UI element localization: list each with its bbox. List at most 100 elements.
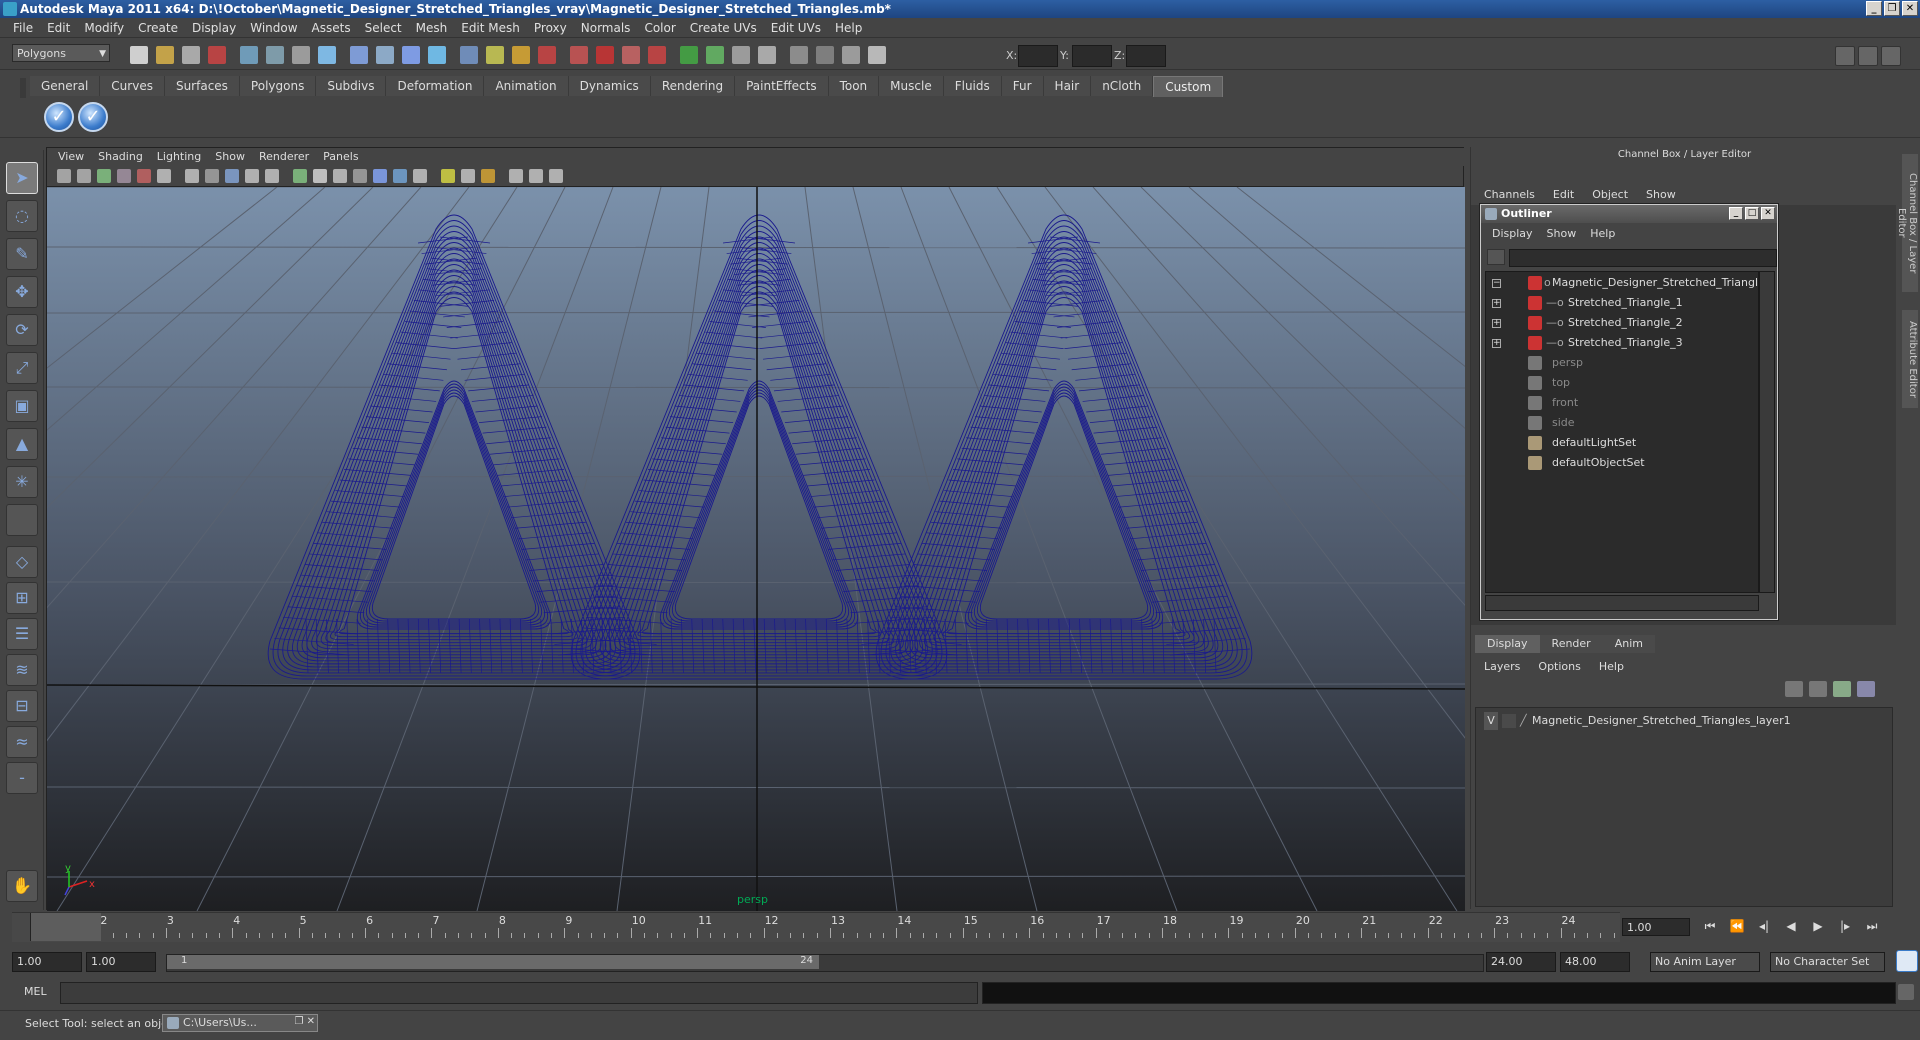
go-to-end-icon[interactable]: ⏭ bbox=[1862, 916, 1882, 936]
outliner-horizontal-scrollbar[interactable] bbox=[1485, 595, 1759, 611]
status-line-tool-icon-10[interactable] bbox=[376, 46, 394, 64]
viewport-toolbar-icon-21[interactable] bbox=[481, 169, 495, 183]
viewport-menu-panels[interactable]: Panels bbox=[316, 148, 365, 166]
current-time-marker[interactable] bbox=[30, 913, 101, 941]
menu-help[interactable]: Help bbox=[828, 18, 869, 38]
hypershade-layout-icon[interactable]: ⊟ bbox=[6, 690, 38, 722]
shelf-tab-ncloth[interactable]: nCloth bbox=[1091, 76, 1154, 96]
expand-toggle-icon[interactable]: + bbox=[1492, 319, 1501, 328]
outliner-menu-show[interactable]: Show bbox=[1540, 227, 1584, 240]
command-language-label[interactable]: MEL bbox=[24, 985, 47, 998]
graph-editor-layout-icon[interactable]: ≈ bbox=[6, 726, 38, 758]
status-line-tool-icon-18[interactable] bbox=[596, 46, 614, 64]
viewport-toolbar-icon-7[interactable] bbox=[185, 169, 199, 183]
status-line-tool-icon-5[interactable] bbox=[240, 46, 258, 64]
outliner-title-bar[interactable]: Outliner _ □ ✕ bbox=[1481, 205, 1777, 223]
shelf-tab-rendering[interactable]: Rendering bbox=[650, 76, 736, 96]
status-line-tool-icon-7[interactable] bbox=[292, 46, 310, 64]
four-view-layout-icon[interactable]: ⊞ bbox=[6, 582, 38, 614]
channel-menu-show[interactable]: Show bbox=[1637, 187, 1685, 203]
menu-select[interactable]: Select bbox=[358, 18, 409, 38]
z-coordinate-field[interactable] bbox=[1126, 45, 1166, 67]
menu-edit-uvs[interactable]: Edit UVs bbox=[764, 18, 828, 38]
outliner-item-defaultlightset[interactable]: defaultLightSet bbox=[1486, 434, 1758, 452]
sculpt-tool-icon[interactable]: ✋ bbox=[6, 870, 38, 902]
perspective-viewport[interactable]: View Shading Lighting Show Renderer Panels x … bbox=[46, 147, 1467, 911]
command-input[interactable] bbox=[60, 982, 978, 1004]
last-tool-used-icon[interactable] bbox=[6, 504, 38, 536]
new-empty-layer-icon[interactable] bbox=[1785, 681, 1803, 697]
x-coordinate-field[interactable] bbox=[1018, 45, 1058, 67]
status-line-tool-icon-25[interactable] bbox=[790, 46, 808, 64]
single-perspective-layout-icon[interactable]: ◇ bbox=[6, 546, 38, 578]
channel-menu-object[interactable]: Object bbox=[1583, 187, 1637, 203]
viewport-menu-view[interactable]: View bbox=[51, 148, 91, 166]
shelf-tab-subdivs[interactable]: Subdivs bbox=[316, 76, 387, 96]
status-line-tool-icon-16[interactable] bbox=[538, 46, 556, 64]
shelf-tab-muscle[interactable]: Muscle bbox=[879, 76, 944, 96]
range-slider-handle[interactable]: 1 24 bbox=[167, 955, 819, 969]
status-line-tool-icon-2[interactable] bbox=[156, 46, 174, 64]
outliner-filter-icon[interactable] bbox=[1487, 249, 1505, 265]
viewport-toolbar-icon-23[interactable] bbox=[529, 169, 543, 183]
shelf-tab-surfaces[interactable]: Surfaces bbox=[164, 76, 240, 96]
viewport-toolbar-icon-12[interactable] bbox=[293, 169, 307, 183]
layer-tab-display[interactable]: Display bbox=[1475, 635, 1540, 653]
shelf-tab-general[interactable]: General bbox=[30, 76, 101, 96]
collapse-layouts-icon[interactable]: - bbox=[6, 762, 38, 794]
status-line-tool-icon-15[interactable] bbox=[512, 46, 530, 64]
viewport-menu-lighting[interactable]: Lighting bbox=[150, 148, 208, 166]
outliner-minimize-button[interactable]: _ bbox=[1729, 207, 1743, 220]
status-line-tool-icon-14[interactable] bbox=[486, 46, 504, 64]
outliner-item-side[interactable]: side bbox=[1486, 414, 1758, 432]
menu-modify[interactable]: Modify bbox=[77, 18, 131, 38]
go-to-start-icon[interactable]: ⏮ bbox=[1700, 916, 1720, 936]
expand-toggle-icon[interactable]: + bbox=[1492, 339, 1501, 348]
step-back-key-icon[interactable]: ⏪ bbox=[1727, 916, 1747, 936]
show-manipulator-icon[interactable]: ✳ bbox=[6, 466, 38, 498]
menu-display[interactable]: Display bbox=[185, 18, 243, 38]
shelf-tab-polygons[interactable]: Polygons bbox=[239, 76, 317, 96]
status-line-tool-icon-26[interactable] bbox=[816, 46, 834, 64]
viewport-toolbar-icon-1[interactable] bbox=[57, 169, 71, 183]
viewport-toolbar-icon-11[interactable] bbox=[265, 169, 279, 183]
layer-row[interactable]: V ╱ Magnetic_Designer_Stretched_Triangles_… bbox=[1476, 712, 1892, 730]
channel-box-toggle-icon[interactable] bbox=[1835, 46, 1855, 66]
channel-box-side-tab[interactable]: Channel Box / Layer Editor bbox=[1896, 154, 1918, 292]
menu-edit-mesh[interactable]: Edit Mesh bbox=[454, 18, 527, 38]
shelf-tab-toon[interactable]: Toon bbox=[828, 76, 880, 96]
viewport-toolbar-icon-17[interactable] bbox=[393, 169, 407, 183]
play-backwards-icon[interactable]: ◀ bbox=[1781, 916, 1801, 936]
outliner-item-stretched-triangle-2[interactable]: + —o Stretched_Triangle_2 bbox=[1486, 314, 1758, 332]
minimize-button[interactable]: _ bbox=[1866, 1, 1882, 16]
outliner-filter-field[interactable] bbox=[1509, 249, 1777, 267]
layer-tab-anim[interactable]: Anim bbox=[1602, 635, 1655, 653]
viewport-toolbar-icon-4[interactable] bbox=[117, 169, 131, 183]
step-back-frame-icon[interactable]: ◂| bbox=[1754, 916, 1774, 936]
status-line-tool-icon-13[interactable] bbox=[460, 46, 478, 64]
range-slider-track[interactable]: 1 24 bbox=[166, 954, 1484, 972]
play-forwards-icon[interactable]: ▶ bbox=[1808, 916, 1828, 936]
lasso-tool-icon[interactable]: ◌ bbox=[6, 200, 38, 232]
viewport-toolbar-icon-13[interactable] bbox=[313, 169, 327, 183]
viewport-toolbar-icon-3[interactable] bbox=[97, 169, 111, 183]
shelf-checkmark-icon-2[interactable]: ✓ bbox=[78, 102, 108, 132]
shelf-tab-curves[interactable]: Curves bbox=[100, 76, 165, 96]
outliner-maximize-button[interactable]: □ bbox=[1745, 207, 1759, 220]
viewport-toolbar-icon-22[interactable] bbox=[509, 169, 523, 183]
viewport-scene[interactable]: x y persp bbox=[47, 187, 1465, 911]
outliner-persp-layout-icon[interactable]: ☰ bbox=[6, 618, 38, 650]
outliner-item-top[interactable]: top bbox=[1486, 374, 1758, 392]
status-line-tool-icon-1[interactable] bbox=[130, 46, 148, 64]
viewport-toolbar-icon-19[interactable] bbox=[441, 169, 455, 183]
menu-window[interactable]: Window bbox=[243, 18, 304, 38]
status-line-tool-icon-23[interactable] bbox=[732, 46, 750, 64]
layer-menu-options[interactable]: Options bbox=[1529, 659, 1589, 675]
graph-persp-layout-icon[interactable]: ≋ bbox=[6, 654, 38, 686]
menu-proxy[interactable]: Proxy bbox=[527, 18, 574, 38]
layer-type-toggle[interactable] bbox=[1502, 714, 1516, 728]
viewport-toolbar-icon-15[interactable] bbox=[353, 169, 367, 183]
tool-settings-toggle-icon[interactable] bbox=[1881, 46, 1901, 66]
shelf-tab-animation[interactable]: Animation bbox=[484, 76, 569, 96]
viewport-toolbar-icon-9[interactable] bbox=[225, 169, 239, 183]
